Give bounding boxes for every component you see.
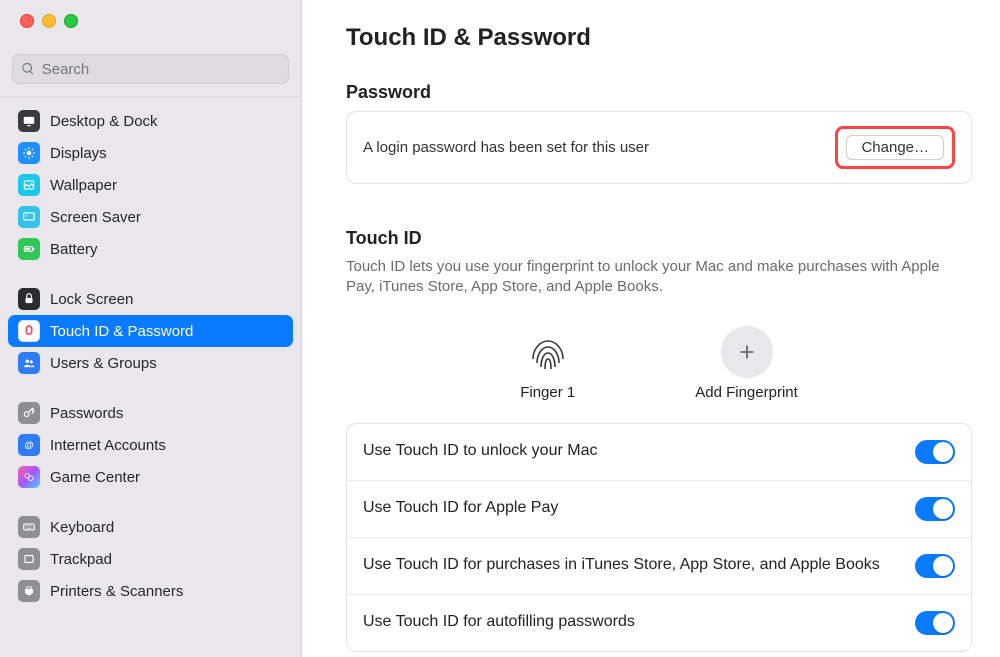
touchid-section-title: Touch ID (346, 228, 972, 249)
fingerprint-icon (18, 320, 40, 342)
sidebar-item-label: Lock Screen (50, 291, 133, 308)
password-section-title: Password (346, 82, 972, 103)
users-icon (18, 352, 40, 374)
touchid-toggle-list: Use Touch ID to unlock your Mac Use Touc… (346, 423, 972, 652)
window-controls (0, 0, 301, 44)
lock-icon (18, 288, 40, 310)
sidebar-item-label: Touch ID & Password (50, 323, 193, 340)
close-window-button[interactable] (20, 14, 34, 28)
fingerprint-icon (522, 326, 574, 378)
keyboard-icon (18, 516, 40, 538)
toggle-label: Use Touch ID to unlock your Mac (363, 441, 597, 462)
zoom-window-button[interactable] (64, 14, 78, 28)
sidebar-item-users[interactable]: Users & Groups (8, 347, 293, 379)
search-input[interactable] (42, 61, 280, 78)
search-field[interactable] (12, 54, 289, 84)
toggle-row-purchases: Use Touch ID for purchases in iTunes Sto… (347, 538, 971, 595)
sidebar-item-label: Screen Saver (50, 209, 141, 226)
add-fingerprint-button[interactable]: Add Fingerprint (695, 326, 798, 401)
sidebar-item-label: Passwords (50, 405, 123, 422)
sidebar: Desktop & Dock Displays Wallpaper Screen… (0, 0, 302, 657)
password-panel: A login password has been set for this u… (346, 111, 972, 184)
printer-icon (18, 580, 40, 602)
toggle-label: Use Touch ID for Apple Pay (363, 498, 558, 519)
sidebar-item-battery[interactable]: Battery (8, 233, 293, 265)
password-status-text: A login password has been set for this u… (363, 139, 649, 156)
sidebar-item-label: Keyboard (50, 519, 114, 536)
desktop-icon (18, 110, 40, 132)
sidebar-item-desktop[interactable]: Desktop & Dock (8, 105, 293, 137)
toggle-row-autofill: Use Touch ID for autofilling passwords (347, 595, 971, 651)
sidebar-item-label: Battery (50, 241, 98, 258)
toggle-unlock-mac[interactable] (915, 440, 955, 464)
sidebar-item-keyboard[interactable]: Keyboard (8, 511, 293, 543)
sidebar-item-label: Internet Accounts (50, 437, 166, 454)
sidebar-item-wallpaper[interactable]: Wallpaper (8, 169, 293, 201)
add-fingerprint-label: Add Fingerprint (695, 384, 798, 401)
search-container (0, 44, 301, 97)
toggle-label: Use Touch ID for purchases in iTunes Sto… (363, 555, 880, 576)
change-password-button[interactable]: Change… (846, 135, 944, 160)
fingerprint-label: Finger 1 (520, 384, 575, 401)
toggle-apple-pay[interactable] (915, 497, 955, 521)
key-icon (18, 402, 40, 424)
fingerprint-list: Finger 1 Add Fingerprint (346, 298, 972, 423)
sidebar-item-lockscreen[interactable]: Lock Screen (8, 283, 293, 315)
gamecenter-icon (18, 466, 40, 488)
toggle-row-apple-pay: Use Touch ID for Apple Pay (347, 481, 971, 538)
trackpad-icon (18, 548, 40, 570)
toggle-purchases[interactable] (915, 554, 955, 578)
page-title: Touch ID & Password (346, 24, 972, 52)
toggle-label: Use Touch ID for autofilling passwords (363, 612, 635, 633)
battery-icon (18, 238, 40, 260)
sidebar-item-label: Trackpad (50, 551, 112, 568)
sidebar-item-label: Wallpaper (50, 177, 117, 194)
sidebar-item-label: Game Center (50, 469, 140, 486)
sidebar-item-trackpad[interactable]: Trackpad (8, 543, 293, 575)
sidebar-item-label: Users & Groups (50, 355, 157, 372)
sidebar-list: Desktop & Dock Displays Wallpaper Screen… (0, 97, 301, 657)
sidebar-item-label: Printers & Scanners (50, 583, 183, 600)
toggle-row-unlock-mac: Use Touch ID to unlock your Mac (347, 424, 971, 481)
displays-icon (18, 142, 40, 164)
sidebar-item-label: Displays (50, 145, 107, 162)
sidebar-item-touchid[interactable]: Touch ID & Password (8, 315, 293, 347)
sidebar-item-displays[interactable]: Displays (8, 137, 293, 169)
sidebar-item-passwords[interactable]: Passwords (8, 397, 293, 429)
minimize-window-button[interactable] (42, 14, 56, 28)
at-icon: @ (18, 434, 40, 456)
main-content: Touch ID & Password Password A login pas… (302, 0, 1000, 657)
change-button-highlight: Change… (835, 126, 955, 169)
plus-icon (721, 326, 773, 378)
fingerprint-item[interactable]: Finger 1 (520, 326, 575, 401)
sidebar-item-printers[interactable]: Printers & Scanners (8, 575, 293, 607)
search-icon (21, 61, 36, 77)
sidebar-item-screensaver[interactable]: Screen Saver (8, 201, 293, 233)
sidebar-item-label: Desktop & Dock (50, 113, 158, 130)
sidebar-item-internet[interactable]: @ Internet Accounts (8, 429, 293, 461)
toggle-autofill[interactable] (915, 611, 955, 635)
touchid-description: Touch ID lets you use your fingerprint t… (346, 257, 956, 298)
sidebar-item-gamecenter[interactable]: Game Center (8, 461, 293, 493)
svg-text:@: @ (24, 440, 33, 450)
screensaver-icon (18, 206, 40, 228)
wallpaper-icon (18, 174, 40, 196)
